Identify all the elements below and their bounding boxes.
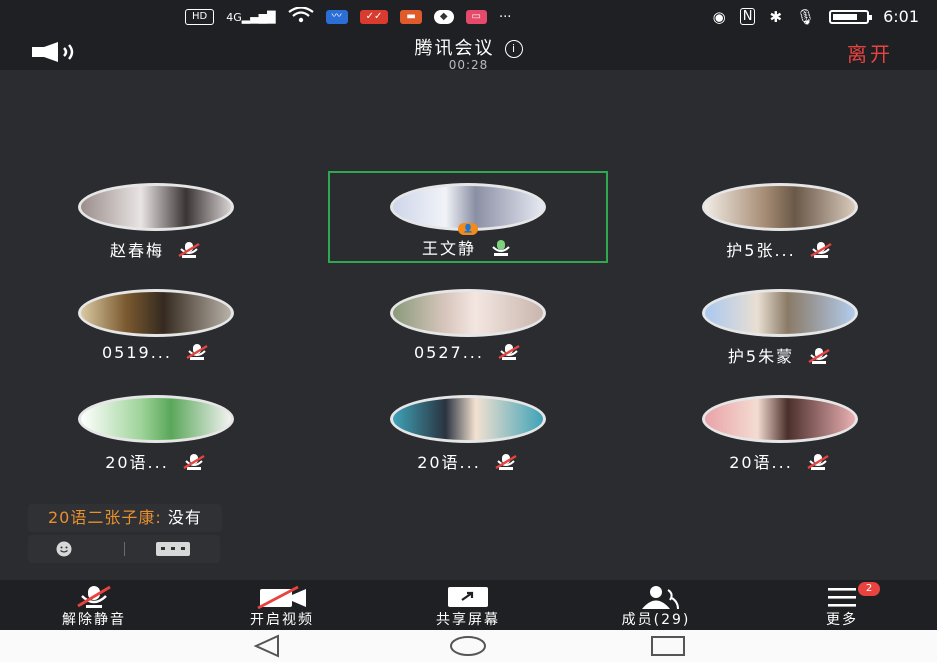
- system-nav-bar: [0, 630, 937, 662]
- participant-tile[interactable]: 护5朱蒙: [640, 281, 920, 371]
- back-icon[interactable]: [248, 634, 288, 658]
- chat-message: 20语二张子康: 没有: [28, 504, 222, 532]
- status-left-icons: HD 4G▂▄▆█ 〰 ✓✓ ▬ ◆ ▭ ···: [185, 6, 512, 27]
- battery-icon: [829, 9, 873, 24]
- eye-icon: ◉: [712, 7, 726, 26]
- bluetooth-icon: ✱: [769, 7, 783, 26]
- avatar: [702, 395, 858, 443]
- mic-muted-icon: [807, 454, 829, 470]
- mic-muted-icon: [77, 585, 111, 608]
- participant-tile[interactable]: 0519...: [16, 281, 296, 371]
- participant-name-row: 20语...: [328, 449, 608, 473]
- mic-muted-icon: [178, 242, 200, 258]
- more-button[interactable]: 2 更多: [772, 580, 912, 630]
- participant-name-row: 20语...: [640, 449, 920, 473]
- participant-name-row: 护5朱蒙: [640, 343, 920, 367]
- share-screen-icon: [448, 587, 488, 607]
- status-bar: HD 4G▂▄▆█ 〰 ✓✓ ▬ ◆ ▭ ··· ◉ N ✱ 🎙︎ 6:01: [0, 0, 937, 34]
- participant-name-row: 20语...: [16, 449, 296, 473]
- app-notif-icon: 〰: [325, 10, 348, 24]
- participant-name: 护5张...: [726, 241, 796, 260]
- mic-muted-icon: [183, 454, 205, 470]
- signal-label: 4G: [226, 10, 242, 24]
- participant-tile-active[interactable]: 👤 王文静: [328, 171, 608, 263]
- avatar: [78, 289, 234, 337]
- mic-active-icon: [492, 240, 510, 256]
- avatar: [78, 395, 234, 443]
- more-notifications-icon: ···: [498, 9, 512, 25]
- home-icon[interactable]: [448, 634, 488, 658]
- participant-tile[interactable]: 20语...: [16, 387, 296, 477]
- video-off-icon: [257, 585, 306, 610]
- participant-name: 王文静: [421, 239, 476, 258]
- participant-name: 20语...: [729, 453, 793, 472]
- notification-badge: 2: [858, 582, 880, 596]
- avatar: [702, 183, 858, 231]
- title-block: 腾讯会议 i 00:28: [0, 34, 937, 72]
- participant-name: 20语...: [105, 453, 169, 472]
- status-right-icons: ◉ N ✱ 🎙︎ 6:01: [713, 7, 919, 26]
- participant-name-row: 王文静: [330, 235, 606, 259]
- app-notif-icon: ◆: [433, 10, 454, 24]
- participant-tile[interactable]: 20语...: [640, 387, 920, 477]
- more-label: 更多: [826, 612, 858, 628]
- mic-status-icon: 🎙︎: [796, 7, 816, 26]
- keyboard-icon[interactable]: [156, 542, 190, 556]
- avatar: [702, 289, 858, 337]
- recents-icon[interactable]: [648, 634, 688, 658]
- members-button[interactable]: 成员(29): [586, 580, 726, 630]
- mic-muted-icon: [495, 454, 517, 470]
- hd-icon: HD: [185, 9, 215, 25]
- wifi-icon: [287, 6, 314, 27]
- leave-button[interactable]: 离开: [847, 38, 893, 67]
- chat-toolbar: [28, 535, 220, 563]
- unmute-button[interactable]: 解除静音: [24, 580, 164, 630]
- host-badge-icon: 👤: [458, 223, 478, 235]
- app-notif-icon: ▭: [465, 10, 487, 24]
- avatar: [390, 395, 546, 443]
- divider: [124, 542, 125, 556]
- info-icon[interactable]: i: [504, 40, 523, 58]
- participant-name-row: 0527...: [328, 343, 608, 362]
- battery-fill: [833, 13, 858, 20]
- clock: 6:01: [883, 7, 919, 26]
- emoji-icon[interactable]: [56, 541, 72, 557]
- chat-text: 没有: [161, 508, 202, 527]
- participant-name: 赵春梅: [109, 241, 164, 260]
- participant-tile[interactable]: 护5张...: [640, 175, 920, 265]
- signal-icon: 4G▂▄▆█: [226, 10, 276, 24]
- participant-name: 20语...: [417, 453, 481, 472]
- participant-tile[interactable]: 0527...: [328, 281, 608, 371]
- participant-name: 0519...: [102, 343, 172, 362]
- participant-name: 护5朱蒙: [727, 347, 795, 366]
- participant-name-row: 0519...: [16, 343, 296, 362]
- mic-muted-icon: [498, 344, 520, 360]
- members-label: 成员(29): [621, 612, 691, 628]
- participant-name: 0527...: [414, 343, 484, 362]
- participant-tile[interactable]: 赵春梅: [16, 175, 296, 265]
- share-screen-button[interactable]: 共享屏幕: [398, 580, 538, 630]
- mic-muted-icon: [186, 344, 208, 360]
- avatar: [390, 289, 546, 337]
- mic-muted-icon: [808, 348, 830, 364]
- meeting-timer: 00:28: [448, 58, 489, 72]
- unmute-label: 解除静音: [62, 612, 126, 628]
- members-icon: [642, 586, 679, 610]
- chat-sender: 20语二张子康:: [48, 508, 162, 527]
- nfc-icon: N: [739, 8, 756, 25]
- start-video-button[interactable]: 开启视频: [212, 580, 352, 630]
- participant-name-row: 护5张...: [640, 237, 920, 261]
- app-notif-icon: ✓✓: [359, 10, 389, 24]
- meeting-toolbar: 解除静音 开启视频 共享屏幕 成员(29) 2 更多: [0, 580, 937, 630]
- avatar: [78, 183, 234, 231]
- video-label: 开启视频: [250, 612, 314, 628]
- share-label: 共享屏幕: [436, 612, 500, 628]
- participant-name-row: 赵春梅: [16, 237, 296, 261]
- app-notif-icon: ▬: [400, 10, 422, 24]
- mic-muted-icon: [810, 242, 832, 258]
- meeting-header: 腾讯会议 i 00:28 离开: [0, 34, 937, 72]
- participant-tile[interactable]: 20语...: [328, 387, 608, 477]
- meeting-title: 腾讯会议: [414, 38, 495, 59]
